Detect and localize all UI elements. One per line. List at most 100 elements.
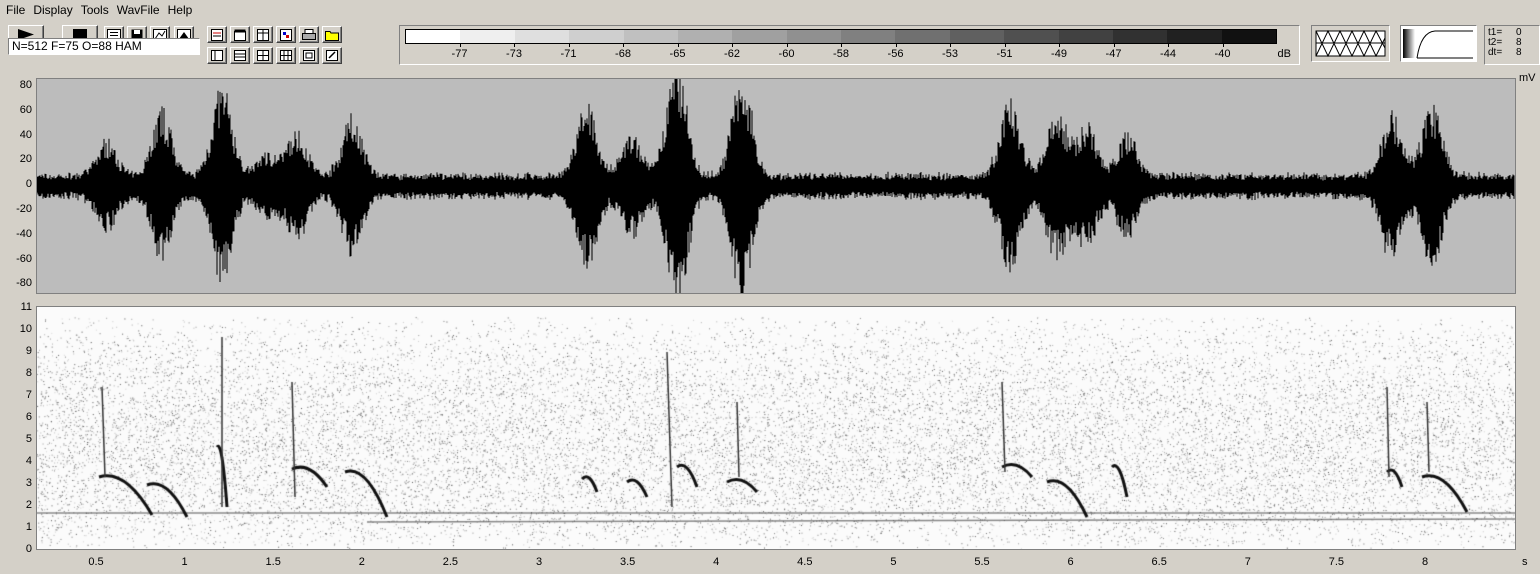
edit-button[interactable] [322, 47, 342, 64]
spectrogram-x-tick: 6.5 [1151, 556, 1167, 568]
waveform-trace [36, 62, 1515, 308]
dt-label: dt= [1488, 47, 1503, 58]
waveform-unit: mV [1519, 72, 1536, 84]
db-swatch [623, 30, 678, 43]
db-tick-label: -56 [887, 48, 904, 60]
spectrogram-y-tick: 5 [25, 433, 32, 445]
db-swatch [677, 30, 733, 43]
view-5-button[interactable] [299, 47, 319, 64]
gain-curve-icon [1403, 29, 1473, 59]
dt-value: 8 [1516, 47, 1522, 58]
waveform-y-tick: 20 [19, 153, 32, 166]
calendar-icon [234, 29, 246, 41]
db-swatch [406, 30, 461, 43]
menu-tools[interactable]: Tools [77, 0, 113, 20]
db-tick [786, 44, 788, 47]
waveform-path [36, 62, 1515, 308]
spectrogram-y-tick: 6 [25, 411, 32, 423]
spectrogram-y-tick: 7 [25, 389, 32, 401]
spectrogram-x-tick: 2.5 [442, 556, 459, 568]
spectrogram-x-tick: 5 [890, 556, 897, 568]
waveform-y-tick: -40 [16, 227, 32, 240]
db-tick-label: -53 [942, 48, 958, 60]
db-tick-label: -58 [833, 48, 849, 60]
menu-bar: File Display Tools WavFile Help [0, 0, 1540, 20]
db-tick [841, 44, 842, 47]
waveform-y-tick: -60 [16, 252, 32, 265]
db-tick-label: -68 [615, 48, 631, 60]
db-tick-label: -40 [1214, 48, 1231, 60]
open-button[interactable] [322, 26, 342, 43]
spectrogram-y-tick: 10 [19, 323, 32, 335]
spectrogram-x-tick: 7.5 [1328, 556, 1345, 568]
menu-wavfile[interactable]: WavFile [113, 0, 164, 20]
x-axis-unit: s [1522, 556, 1528, 568]
view-2-button[interactable] [230, 47, 250, 64]
db-tick [1113, 44, 1115, 47]
db-tick-label: -73 [506, 48, 522, 60]
table-button[interactable] [253, 26, 273, 43]
view-3-button[interactable] [253, 47, 273, 64]
spectrogram-image [37, 307, 1515, 549]
db-tick [1222, 44, 1224, 47]
layout-split-icon [257, 50, 269, 61]
document-icon [211, 28, 223, 41]
db-tick-label: -51 [996, 48, 1013, 60]
spectrogram-x-tick: 1 [181, 556, 188, 568]
spectrogram-y-tick: 11 [20, 301, 32, 313]
gain-curve-button[interactable] [1400, 25, 1477, 62]
layout-grid-icon [280, 50, 292, 61]
view-1-button[interactable] [207, 47, 227, 64]
db-swatch [732, 30, 787, 43]
db-swatch [1221, 30, 1276, 43]
print-button[interactable] [299, 26, 319, 43]
menu-display[interactable]: Display [29, 0, 76, 20]
db-swatch [841, 30, 896, 43]
db-tick-label: -49 [1051, 48, 1067, 60]
frame-icon [303, 50, 315, 61]
grid-icon [280, 28, 292, 41]
db-unit-label: dB [1277, 48, 1291, 60]
db-tick-label: -65 [669, 48, 686, 60]
grid-button[interactable] [276, 26, 296, 43]
db-tick-label: -60 [778, 48, 795, 60]
db-swatch [949, 30, 1005, 43]
db-swatch [1167, 30, 1222, 43]
spectrogram-x-tick: 3 [535, 556, 543, 568]
status-text: N=512 F=75 O=88 HAM [8, 38, 200, 55]
print-icon [302, 28, 316, 40]
layout-icon [211, 50, 223, 61]
waveform-plot[interactable] [36, 62, 1516, 308]
db-tick [895, 44, 897, 47]
doc-button[interactable] [207, 26, 227, 43]
spectrogram-x-tick: 6 [1067, 556, 1074, 568]
calendar-button[interactable] [230, 26, 250, 43]
spectrogram-plot[interactable] [36, 306, 1516, 550]
db-tick-label: -47 [1105, 48, 1122, 60]
menu-file[interactable]: File [0, 0, 29, 20]
db-swatch [1004, 30, 1059, 43]
db-tick-label: -71 [560, 48, 577, 60]
spectrogram-x-tick: 4 [713, 556, 720, 568]
db-tick [1059, 44, 1060, 47]
waveform-y-tick: -80 [16, 277, 32, 290]
spectrogram-x-tick: 1.5 [265, 556, 281, 568]
folder-icon [325, 30, 339, 41]
db-tick [568, 44, 570, 47]
spectrogram-x-tick: 4.5 [797, 556, 813, 568]
spectrogram-y-tick: 0 [25, 543, 32, 555]
table-icon [257, 28, 269, 41]
spectrogram-y-tick: 8 [25, 367, 32, 379]
spectrogram-y-tick: 2 [25, 499, 32, 511]
db-tick [514, 44, 515, 47]
db-swatch [569, 30, 624, 43]
waveform-y-tick: 80 [19, 79, 32, 91]
db-tick [1168, 44, 1169, 47]
menu-help[interactable]: Help [164, 0, 197, 20]
spectrogram-y-tick: 9 [25, 345, 32, 357]
waveform-y-tick: 40 [19, 128, 32, 141]
window-pattern-button[interactable] [1311, 25, 1390, 62]
db-swatch [895, 30, 950, 43]
db-tick-label: -62 [724, 48, 740, 60]
view-4-button[interactable] [276, 47, 296, 64]
